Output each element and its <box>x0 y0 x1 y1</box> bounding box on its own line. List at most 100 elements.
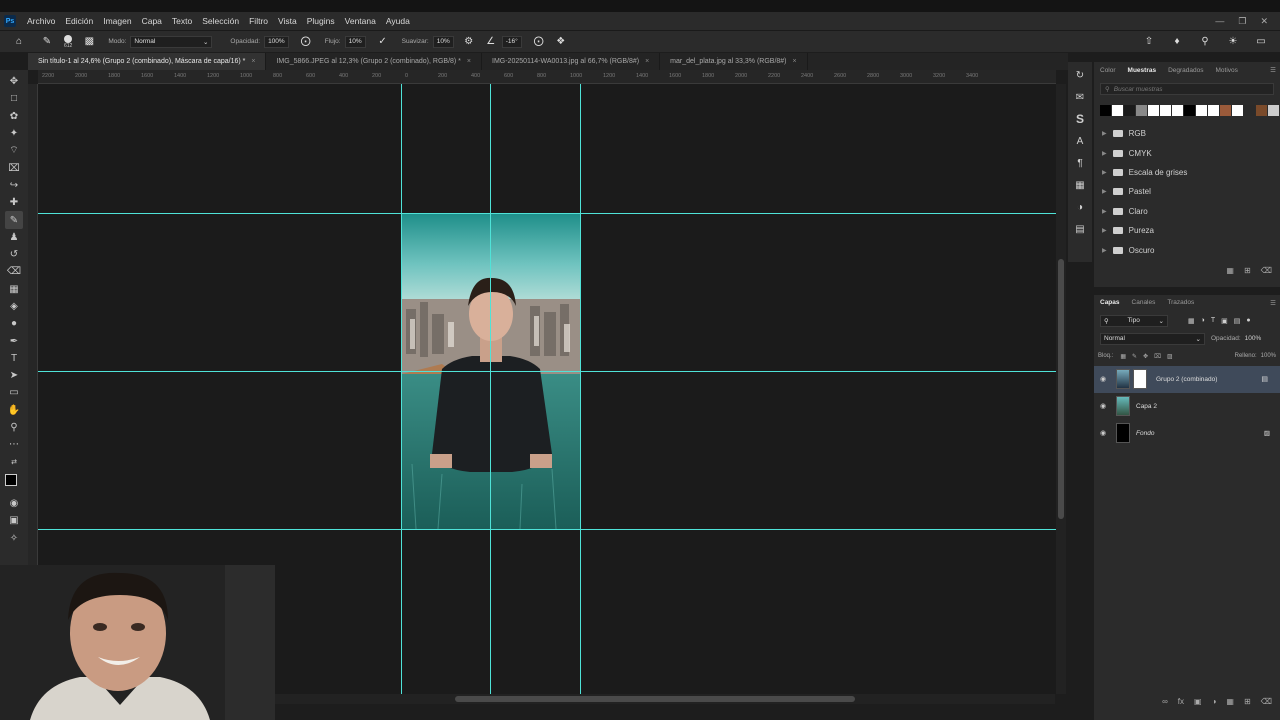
zoom-tool-icon[interactable]: ⚲ <box>5 419 23 436</box>
new-group-icon[interactable]: ▦ <box>1226 266 1234 275</box>
swatch-folder-light[interactable]: ▶ Claro <box>1094 202 1280 221</box>
new-group-icon[interactable]: ▦ <box>1226 697 1234 706</box>
tab-document-1[interactable]: Sin título-1 al 24,6% (Grupo 2 (combinad… <box>28 53 267 70</box>
menu-plugins[interactable]: Plugins <box>302 16 340 26</box>
swatch-11[interactable] <box>1232 105 1243 116</box>
marquee-tool-icon[interactable]: □ <box>5 90 23 107</box>
pen-tool-icon[interactable]: ✒ <box>5 332 23 349</box>
tab-document-3[interactable]: IMG-20250114-WA0013.jpg al 66,7% (RGB/8#… <box>482 53 661 70</box>
home-icon[interactable]: ⌂ <box>12 35 26 49</box>
adjustments-icon[interactable]: ◑ <box>1073 200 1087 214</box>
gear-icon[interactable]: ⚙ <box>462 35 476 49</box>
search-icon[interactable]: ⚲ <box>1198 35 1212 49</box>
opacity-input[interactable]: 100% <box>264 35 289 48</box>
swatch-7[interactable] <box>1184 105 1195 116</box>
vertical-scroll-thumb[interactable] <box>1058 259 1064 519</box>
swatch-2[interactable] <box>1124 105 1135 116</box>
eye-icon[interactable]: ◉ <box>1100 375 1110 383</box>
swatch-13[interactable] <box>1256 105 1267 116</box>
menu-archivo[interactable]: Archivo <box>22 16 60 26</box>
guide-vertical-3[interactable] <box>580 84 581 694</box>
new-layer-icon[interactable]: ⊞ <box>1244 697 1251 706</box>
fill-input[interactable]: 100% <box>1261 353 1276 359</box>
trash-icon[interactable]: ⌫ <box>1261 697 1272 706</box>
menu-filtro[interactable]: Filtro <box>244 16 273 26</box>
path-select-tool-icon[interactable]: ➤ <box>5 367 23 384</box>
restore-icon[interactable]: ❐ <box>1238 16 1246 27</box>
brush-tool-icon[interactable]: ✎ <box>40 35 54 49</box>
move-tool-icon[interactable]: ✥ <box>5 73 23 90</box>
quick-select-tool-icon[interactable]: ✦ <box>5 125 23 142</box>
frame-tool-icon[interactable]: ⌧ <box>5 159 23 176</box>
properties-icon[interactable]: ▦ <box>1073 178 1087 192</box>
menu-seleccion[interactable]: Selección <box>197 16 244 26</box>
guide-horizontal-3[interactable] <box>38 529 1056 530</box>
healing-tool-icon[interactable]: ✚ <box>5 194 23 211</box>
close-icon[interactable]: × <box>467 58 471 65</box>
minimize-icon[interactable]: — <box>1215 16 1224 27</box>
tab-color[interactable]: Color <box>1100 67 1116 74</box>
history-brush-tool-icon[interactable]: ↺ <box>5 246 23 263</box>
guide-vertical-2[interactable] <box>490 84 491 694</box>
lock-image-icon[interactable]: ✎ <box>1132 353 1137 360</box>
swatch-0[interactable] <box>1100 105 1111 116</box>
add-mask-icon[interactable]: ▣ <box>1194 697 1202 706</box>
foreground-background-color[interactable] <box>4 473 24 493</box>
panel-menu-icon[interactable]: ☰ <box>1270 66 1280 74</box>
close-icon[interactable]: ✕ <box>1260 16 1268 27</box>
tab-muestras[interactable]: Muestras <box>1128 67 1157 74</box>
foreground-swatch[interactable] <box>5 473 17 486</box>
bell-icon[interactable]: ♦ <box>1170 35 1184 49</box>
lock-transparent-icon[interactable]: ▦ <box>1120 353 1126 360</box>
angle-input[interactable]: -16° <box>501 35 522 48</box>
menu-vista[interactable]: Vista <box>273 16 302 26</box>
crop-tool-icon[interactable]: ⌔ <box>5 142 23 159</box>
paragraph-icon[interactable]: ¶ <box>1073 156 1087 170</box>
lightbulb-icon[interactable]: ☀ <box>1226 35 1240 49</box>
lock-artboard-icon[interactable]: ⌧ <box>1154 353 1161 360</box>
link-icon[interactable]: ∞ <box>1162 697 1168 706</box>
vertical-scrollbar[interactable] <box>1056 84 1066 694</box>
close-icon[interactable]: × <box>793 58 797 65</box>
comments-icon[interactable]: ✉ <box>1073 90 1087 104</box>
shape-tool-icon[interactable]: ▭ <box>5 384 23 401</box>
eraser-tool-icon[interactable]: ⌫ <box>5 263 23 280</box>
menu-texto[interactable]: Texto <box>167 16 197 26</box>
swatch-folder-dark[interactable]: ▶ Oscuro <box>1094 240 1280 259</box>
swatch-14[interactable] <box>1268 105 1279 116</box>
eye-icon[interactable]: ◉ <box>1100 429 1110 437</box>
lock-position-icon[interactable]: ✥ <box>1143 353 1148 360</box>
swatch-9[interactable] <box>1208 105 1219 116</box>
screen-mode-icon[interactable]: ▣ <box>5 512 23 529</box>
lasso-tool-icon[interactable]: ✿ <box>5 108 23 125</box>
filter-type-icon[interactable]: T <box>1211 317 1215 324</box>
adjustment-layer-icon[interactable]: ◑ <box>1212 697 1217 706</box>
trash-icon[interactable]: ⌫ <box>1261 266 1272 275</box>
pressure-size-icon[interactable]: ⨀ <box>532 35 546 49</box>
close-icon[interactable]: × <box>645 58 649 65</box>
flow-input[interactable]: 10% <box>344 35 366 48</box>
panel-menu-icon[interactable]: ☰ <box>1270 299 1280 307</box>
brush-size[interactable]: 612 <box>64 34 72 49</box>
fx-icon[interactable]: fx <box>1178 697 1184 706</box>
menu-edicion[interactable]: Edición <box>60 16 98 26</box>
tab-document-4[interactable]: mar_del_plata.jpg al 33,3% (RGB/8#) × <box>660 53 808 70</box>
tab-trazados[interactable]: Trazados <box>1167 299 1194 306</box>
symmetry-icon[interactable]: ❖ <box>554 35 568 49</box>
guide-vertical-1[interactable] <box>401 84 402 694</box>
layer-row-grupo-2[interactable]: ◉ Grupo 2 (combinado) ▤ <box>1094 365 1280 393</box>
swatch-4[interactable] <box>1148 105 1159 116</box>
swatch-folder-pure[interactable]: ▶ Pureza <box>1094 221 1280 240</box>
history-icon[interactable]: ↻ <box>1073 68 1087 82</box>
glyphs-icon[interactable]: S <box>1073 112 1087 126</box>
swatch-10[interactable] <box>1220 105 1231 116</box>
swatch-1[interactable] <box>1112 105 1123 116</box>
horizontal-scrollbar[interactable] <box>275 694 1055 704</box>
generative-icon[interactable]: ✧ <box>5 529 23 546</box>
photoshop-logo-icon[interactable]: Ps <box>4 15 16 27</box>
quick-mask-icon[interactable]: ◉ <box>5 495 23 512</box>
swatch-folder-grayscale[interactable]: ▶ Escala de grises <box>1094 163 1280 182</box>
swatch-folder-pastel[interactable]: ▶ Pastel <box>1094 182 1280 201</box>
layer-filter-select[interactable]: ⚲ Tipo ⌄ <box>1100 314 1168 327</box>
mode-select[interactable]: Normal ⌄ <box>130 35 213 48</box>
